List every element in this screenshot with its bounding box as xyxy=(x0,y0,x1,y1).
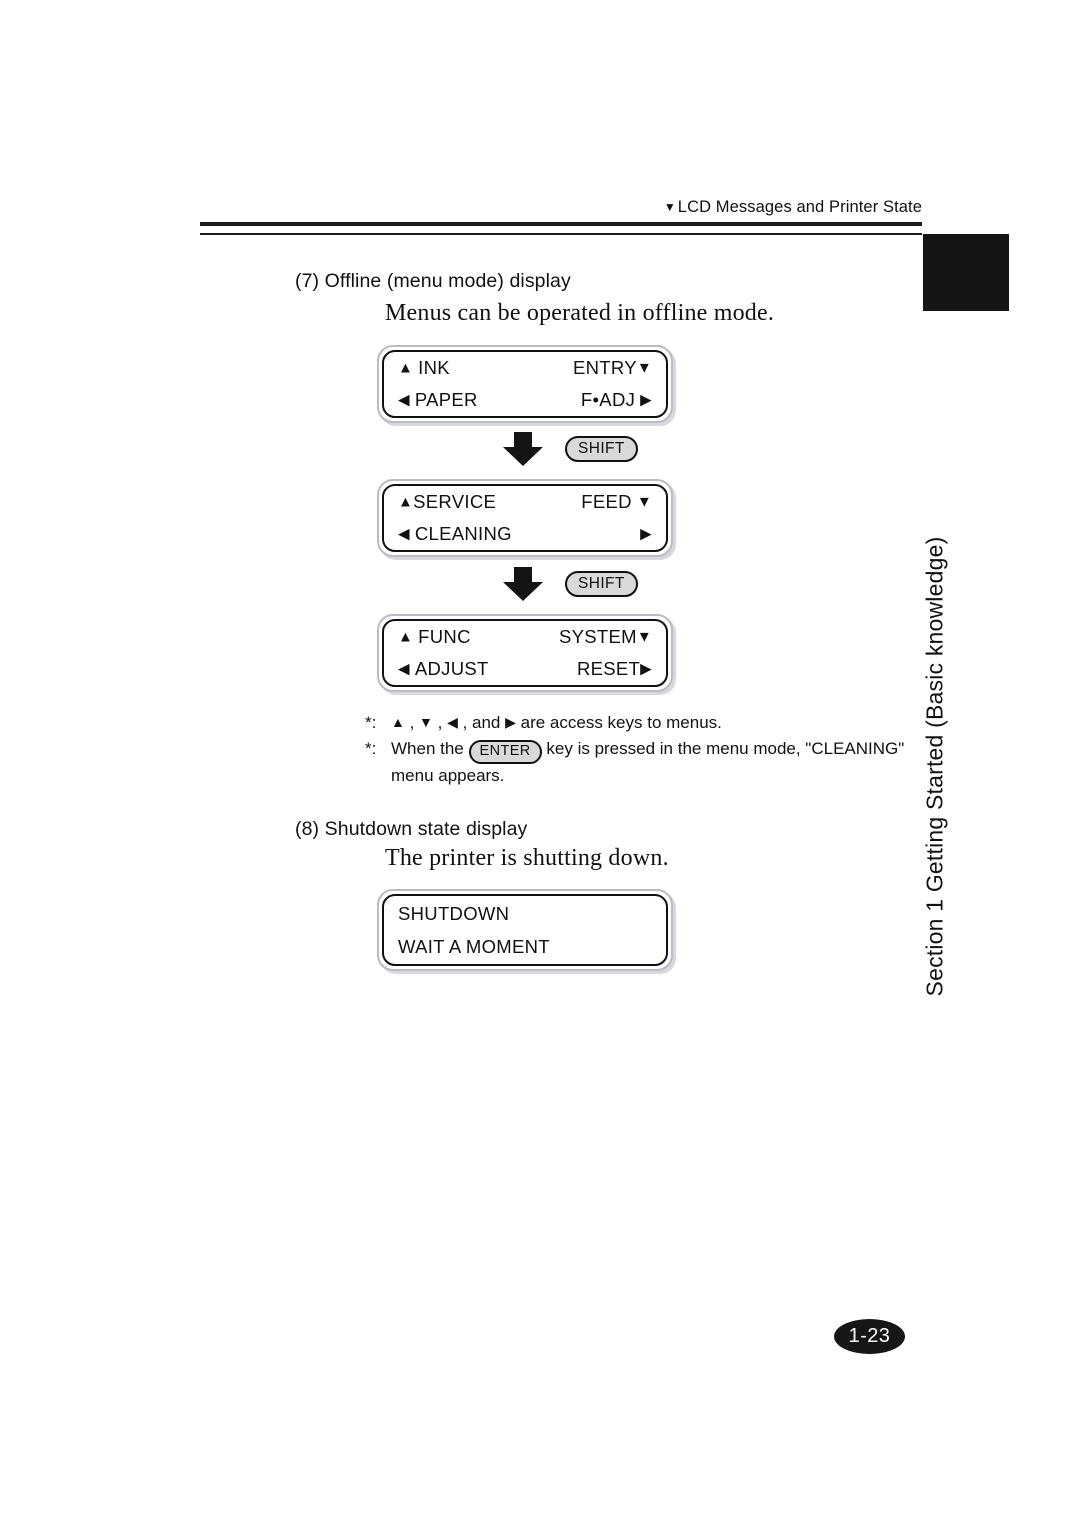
lcd-label: INK xyxy=(418,357,450,378)
lcd-label: ENTRY xyxy=(572,357,637,378)
triangle-up-icon: ▲ xyxy=(391,714,405,730)
triangle-up-icon: ▲ xyxy=(398,493,414,510)
triangle-right-icon: ▶ xyxy=(640,525,652,542)
lcd-cell-left: ◀ CLEANING xyxy=(398,523,512,545)
triangle-left-icon: ◀ xyxy=(447,714,458,730)
lcd-cell-right: RESET ▶ xyxy=(577,658,652,680)
footnote-suffix: key is pressed in the menu mode, "CLEANI… xyxy=(546,739,905,758)
lcd-display-shutdown: SHUTDOWN WAIT A MOMENT xyxy=(377,889,673,971)
section-side-title: Section 1 Getting Started (Basic knowled… xyxy=(905,300,965,997)
lcd-label: SYSTEM xyxy=(558,626,637,647)
footnote-2-continuation: menu appears. xyxy=(391,765,505,785)
footnote-prefix: When the xyxy=(391,739,464,758)
header-title-line: ▼ LCD Messages and Printer State xyxy=(200,198,922,216)
lcd-cell-right: ▶ xyxy=(640,525,652,542)
triangle-down-icon: ▼ xyxy=(663,200,676,214)
lcd-cell-left: ▲ FUNC xyxy=(398,626,471,648)
footnote-2-text: When the ENTER key is pressed in the men… xyxy=(391,736,925,764)
triangle-right-icon: ▶ xyxy=(640,391,652,408)
section-7-caption: Menus can be operated in offline mode. xyxy=(385,300,775,326)
footnote-1: *: ▲ , ▼ , ◀ , and ▶ are access keys to … xyxy=(365,710,925,736)
lcd-label: RESET xyxy=(576,658,641,679)
lcd-display-1: ▲ INK ENTRY ▼ ◀ PAPER F•ADJ ▶ xyxy=(377,345,673,423)
lcd-row: ▲ FUNC SYSTEM ▼ xyxy=(398,621,652,653)
lcd-display-3: ▲ FUNC SYSTEM ▼ ◀ ADJUST RESET ▶ xyxy=(377,614,673,692)
section-side-title-text: Section 1 Getting Started (Basic knowled… xyxy=(921,536,948,997)
lcd-row: SHUTDOWN xyxy=(398,897,652,930)
footnote-sep: , xyxy=(432,713,448,732)
header-title-text: LCD Messages and Printer State xyxy=(677,198,922,216)
lcd-cell-left: ▲ SERVICE xyxy=(398,491,496,513)
header-rule xyxy=(200,222,922,236)
triangle-down-icon: ▼ xyxy=(636,493,652,510)
lcd-row: ◀ ADJUST RESET ▶ xyxy=(398,653,652,685)
lcd-cell-left: SHUTDOWN xyxy=(398,903,509,925)
section-8-caption: The printer is shutting down. xyxy=(385,845,669,871)
page-number-badge: 1-23 xyxy=(834,1319,905,1354)
lcd-cell-right: ENTRY ▼ xyxy=(573,357,652,379)
footnote-1-text: ▲ , ▼ , ◀ , and ▶ are access keys to men… xyxy=(391,710,925,736)
triangle-right-icon: ▶ xyxy=(640,660,652,677)
lcd-cell-left: ◀ ADJUST xyxy=(398,658,489,680)
footnote-marker: *: xyxy=(365,713,377,732)
lcd-display-2: ▲ SERVICE FEED ▼ ◀ CLEANING ▶ xyxy=(377,479,673,557)
lcd-row: ◀ PAPER F•ADJ ▶ xyxy=(398,384,652,416)
lcd-label: FEED xyxy=(581,491,632,512)
shift-key-button[interactable]: SHIFT xyxy=(565,570,638,598)
lcd-cell-left: ◀ PAPER xyxy=(398,389,478,411)
lcd-row: WAIT A MOMENT xyxy=(398,930,652,963)
arrow-down-icon xyxy=(503,432,543,466)
lcd-label: WAIT A MOMENT xyxy=(398,935,550,957)
lcd-label: PAPER xyxy=(414,389,478,410)
lcd-cell-right: SYSTEM ▼ xyxy=(559,626,652,648)
triangle-down-icon: ▼ xyxy=(419,714,433,730)
triangle-up-icon: ▲ xyxy=(398,359,414,376)
footnotes: *: ▲ , ▼ , ◀ , and ▶ are access keys to … xyxy=(365,710,925,788)
triangle-left-icon: ◀ xyxy=(398,660,410,677)
lcd-row: ▲ INK ENTRY ▼ xyxy=(398,352,652,384)
lcd-cell-right: FEED ▼ xyxy=(581,491,652,513)
lcd-label: ADJUST xyxy=(414,658,489,679)
footnote-sep: , xyxy=(404,713,420,732)
shift-key-button[interactable]: SHIFT xyxy=(565,435,638,463)
enter-key-button[interactable]: ENTER xyxy=(468,740,542,764)
flow-step-1: SHIFT xyxy=(503,432,638,466)
lcd-label: F•ADJ xyxy=(580,389,636,410)
section-8-heading: (8) Shutdown state display xyxy=(295,818,528,840)
triangle-up-icon: ▲ xyxy=(398,628,414,645)
triangle-left-icon: ◀ xyxy=(398,525,410,542)
triangle-down-icon: ▼ xyxy=(636,628,652,645)
page-number-text: 1-23 xyxy=(848,1324,891,1347)
manual-page: ▼ LCD Messages and Printer State Section … xyxy=(0,0,1080,1528)
lcd-row: ▲ SERVICE FEED ▼ xyxy=(398,486,652,518)
footnote-2: *: When the ENTER key is pressed in the … xyxy=(365,736,925,764)
lcd-label: SHUTDOWN xyxy=(398,902,510,924)
triangle-right-icon: ▶ xyxy=(505,714,516,730)
flow-step-2: SHIFT xyxy=(503,567,638,601)
section-7-heading: (7) Offline (menu mode) display xyxy=(295,270,571,292)
lcd-cell-right: F•ADJ ▶ xyxy=(581,389,652,411)
footnote-sep: , and xyxy=(457,713,506,732)
triangle-down-icon: ▼ xyxy=(636,359,652,376)
triangle-left-icon: ◀ xyxy=(398,391,410,408)
lcd-cell-left: WAIT A MOMENT xyxy=(398,936,550,958)
lcd-label: SERVICE xyxy=(413,491,497,512)
footnote-tail: are access keys to menus. xyxy=(515,713,722,732)
page-header: ▼ LCD Messages and Printer State xyxy=(200,198,922,236)
arrow-down-icon xyxy=(503,567,543,601)
footnote-marker: *: xyxy=(365,739,377,758)
lcd-label: CLEANING xyxy=(414,523,512,544)
lcd-cell-left: ▲ INK xyxy=(398,357,450,379)
lcd-label: FUNC xyxy=(418,626,471,647)
lcd-row: ◀ CLEANING ▶ xyxy=(398,518,652,550)
